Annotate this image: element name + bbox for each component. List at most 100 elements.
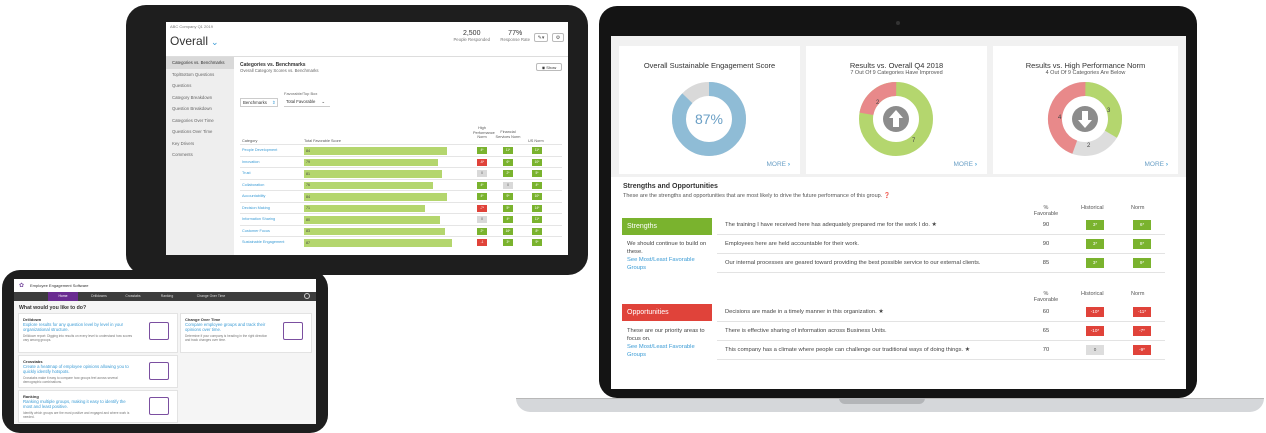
category-link[interactable]: People Development xyxy=(242,148,277,152)
score-value: 80 xyxy=(306,217,310,222)
sidebar-item-questions[interactable]: Questions xyxy=(166,80,234,92)
norm-badge: 8* xyxy=(532,227,542,235)
chevron-right-icon: › xyxy=(974,161,977,168)
sidebar-item-top-bottom-questions[interactable]: Top/Bottom Questions xyxy=(166,69,234,81)
sidebar-item-key-drivers[interactable]: Key Drivers xyxy=(166,138,234,150)
item-row: There is effective sharing of informatio… xyxy=(717,322,1165,341)
card-subtitle: 7 Out Of 9 Categories Have Improved xyxy=(850,70,943,76)
table-row: Collaboration 76 4* 0 4* xyxy=(240,178,562,191)
tab-drilldowns[interactable]: Drilldowns xyxy=(84,292,114,301)
ranking-card[interactable]: Ranking Ranking multiple groups, making … xyxy=(18,390,178,423)
item-row: This company has a climate where people … xyxy=(717,341,1165,360)
strengths-opportunities-panel: Strengths and Opportunities These are th… xyxy=(611,177,1186,389)
summary-text: We should continue to build on these. xyxy=(627,241,707,255)
sidebar-item-categories-over-time[interactable]: Categories Over Time xyxy=(166,115,234,127)
norm-badge: 4* xyxy=(532,181,542,189)
benchmark-select[interactable]: Benchmarks ⇕ xyxy=(240,98,278,107)
norm-badge: -7* xyxy=(477,204,487,212)
card-link[interactable]: Ranking multiple groups, making it easy … xyxy=(23,399,133,409)
norm-badge: 11* xyxy=(532,147,542,154)
app-title: Employee Engagement Software xyxy=(30,283,89,288)
phone-nav: Home Drilldowns Crosstabs Ranking Change… xyxy=(14,292,316,301)
phone-device: ✿ Employee Engagement Software Home Dril… xyxy=(2,270,328,433)
category-link[interactable]: Information Sharing xyxy=(242,217,275,221)
sidebar-item-category-breakdown[interactable]: Category Breakdown xyxy=(166,92,234,104)
norm-badge: 0 xyxy=(503,181,513,189)
historical-badge: -10* xyxy=(1086,326,1104,336)
item-row: The training I have received here has ad… xyxy=(717,216,1165,235)
more-link[interactable]: MORE › xyxy=(954,161,977,168)
score-value: 84 xyxy=(306,148,310,153)
table-row: Information Sharing 80 0 4* 11* xyxy=(240,213,562,225)
close-icon[interactable] xyxy=(304,293,310,299)
category-link[interactable]: Decision Making xyxy=(242,206,270,210)
favorable-value: 85 xyxy=(1042,260,1050,266)
favorable-select[interactable]: Total Favorable ⌄ xyxy=(284,98,330,107)
table-row: Sustainable Engagement 87 -1 3* 9* xyxy=(240,236,562,248)
tab-home[interactable]: Home xyxy=(48,292,78,301)
tab-ranking[interactable]: Ranking xyxy=(152,292,182,301)
sidebar-item-categories-vs-benchmarks[interactable]: Categories vs. Benchmarks xyxy=(166,57,234,69)
favorable-value: 90 xyxy=(1042,241,1050,247)
item-text: Decisions are made in a timely manner in… xyxy=(725,309,884,315)
overall-label: Overall xyxy=(170,34,209,48)
score-bar: 81 xyxy=(304,170,442,178)
grid-icon xyxy=(149,362,169,380)
card-title: Results vs. Overall Q4 2018 xyxy=(849,61,944,70)
q4-comparison-card: Results vs. Overall Q4 2018 7 Out Of 9 C… xyxy=(806,46,987,174)
stat-label: People Responded xyxy=(453,37,490,42)
more-link[interactable]: MORE › xyxy=(1145,161,1168,168)
norm-badge: 9* xyxy=(532,239,542,246)
norm-badge: 6* xyxy=(1133,220,1151,230)
q4-donut: 2 7 xyxy=(859,82,933,156)
show-button-label: Show xyxy=(546,65,557,70)
show-button[interactable]: ◉ Show xyxy=(536,63,562,71)
drilldown-card[interactable]: Drilldown Explore results for any questi… xyxy=(18,313,178,353)
score-value: 87 xyxy=(306,240,310,245)
overall-dropdown[interactable]: Overall ⌄ xyxy=(170,34,219,48)
help-icon[interactable]: ❓ xyxy=(884,193,891,199)
change-over-time-card[interactable]: Change Over Time Compare employee groups… xyxy=(180,313,312,353)
favorable-value: 60 xyxy=(1042,309,1050,315)
stat-value: 2,500 xyxy=(462,30,481,37)
item-row: Decisions are made in a timely manner in… xyxy=(717,303,1165,322)
crosstabs-card[interactable]: Crosstabs Create a heatmap of employee o… xyxy=(18,355,178,388)
spinner-icon: ⇕ xyxy=(271,100,276,105)
card-link[interactable]: Explore results for any question level b… xyxy=(23,322,133,332)
category-link[interactable]: Innovation xyxy=(242,160,260,164)
historical-badge: -10* xyxy=(1086,307,1104,317)
norm-header: Norm xyxy=(1131,291,1145,297)
historical-badge: 3* xyxy=(1086,258,1104,268)
category-link[interactable]: Customer Focus xyxy=(242,229,270,233)
card-title: Results vs. High Performance Norm xyxy=(1025,61,1146,70)
section-subtitle-text: These are the strengths and opportunitie… xyxy=(623,193,883,199)
sidebar-item-questions-over-time[interactable]: Questions Over Time xyxy=(166,126,234,138)
logo-icon: ✿ xyxy=(19,283,25,289)
category-link[interactable]: Trust xyxy=(242,171,251,175)
historical-badge: 3* xyxy=(1086,220,1104,230)
sidebar-item-question-breakdown[interactable]: Question Breakdown xyxy=(166,103,234,115)
edit-icon[interactable]: ✎▾ xyxy=(534,33,548,42)
category-link[interactable]: Accountability xyxy=(242,194,265,198)
most-least-groups-link[interactable]: See Most/Least Favorable Groups xyxy=(627,344,695,358)
fav-header: % Favorable xyxy=(1033,291,1059,303)
category-link[interactable]: Sustainable Engagement xyxy=(242,240,284,244)
tab-change-over-time[interactable]: Change Over Time xyxy=(186,292,236,301)
most-least-groups-link[interactable]: See Most/Least Favorable Groups xyxy=(627,257,695,271)
more-link[interactable]: MORE › xyxy=(767,161,790,168)
norm-badge: 0 xyxy=(477,216,487,223)
gear-icon[interactable]: ⚙ xyxy=(552,33,564,42)
historical-header: Historical xyxy=(1081,291,1104,297)
tab-crosstabs[interactable]: Crosstabs xyxy=(118,292,148,301)
norm-badge: -9* xyxy=(1133,345,1151,355)
category-link[interactable]: Collaboration xyxy=(242,183,264,187)
tablet-header: ABC Company Q1 2019 Overall ⌄ 2,500 People… xyxy=(166,22,568,57)
historical-badge: 3* xyxy=(1086,239,1104,249)
card-link[interactable]: Compare employee groups and track their … xyxy=(185,322,273,332)
card-link[interactable]: Create a heatmap of employee opinions al… xyxy=(23,364,133,374)
sidebar-item-comments[interactable]: Comments xyxy=(166,149,234,161)
strengths-summary: We should continue to build on these. See… xyxy=(627,240,713,272)
norm-badge: 10* xyxy=(532,193,542,200)
prompt-heading: What would you like to do? xyxy=(19,305,87,311)
item-text: This company has a climate where people … xyxy=(725,347,970,353)
